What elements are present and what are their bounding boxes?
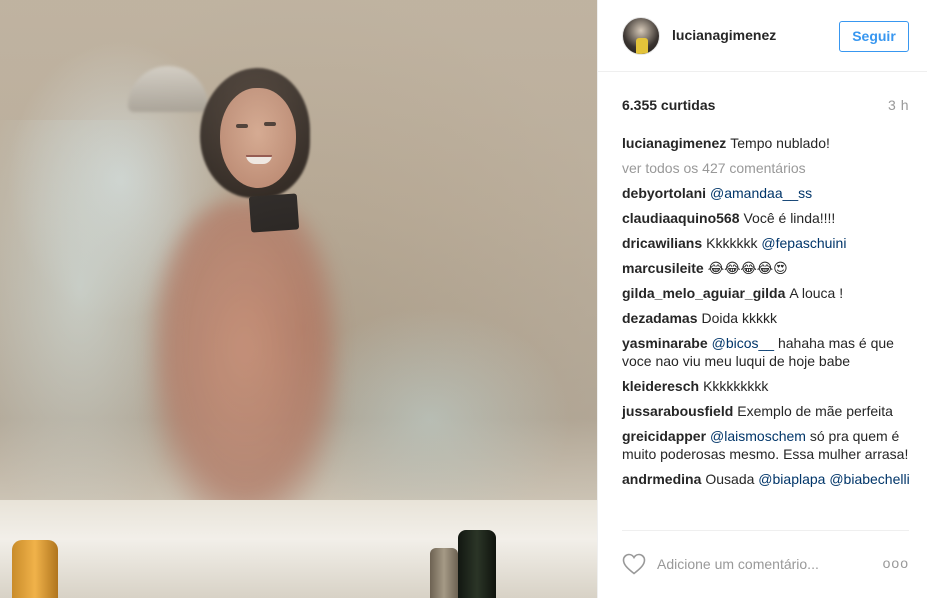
header-username[interactable]: lucianagimenez xyxy=(672,27,776,43)
comment-username[interactable]: dezadamas xyxy=(622,310,697,326)
comment-input[interactable] xyxy=(657,553,867,575)
comment-mention-link[interactable]: @amandaa__ss xyxy=(710,185,812,201)
comment-row: claudiaaquino568 Você é linda!!!! xyxy=(622,209,912,227)
photo-sink-counter xyxy=(0,500,598,598)
comments-list: lucianagimenez Tempo nublado! ver todos o… xyxy=(622,134,912,495)
photo-bottle-dark xyxy=(458,530,496,598)
comment-username[interactable]: jussarabousfield xyxy=(622,403,733,419)
comment-username[interactable]: marcusileite xyxy=(622,260,704,276)
comment-row: yasminarabe @bicos__ hahaha mas é que voc… xyxy=(622,334,912,370)
comment-mention-link[interactable]: @laismoschem xyxy=(710,428,806,444)
comment-username[interactable]: gilda_melo_aguiar_gilda xyxy=(622,285,785,301)
comment-text: Kkkkkkkkk xyxy=(703,378,769,394)
comment-text: Kkkkkkk xyxy=(706,235,762,251)
comment-username[interactable]: andrmedina xyxy=(622,471,701,487)
post-side-panel: lucianagimenez Seguir 6.355 curtidas 3 h… xyxy=(598,0,927,598)
comment-text: Você é linda!!!! xyxy=(743,210,836,226)
post-time[interactable]: 3 h xyxy=(888,97,909,113)
caption-text: Tempo nublado! xyxy=(730,135,830,151)
comment-mention-link[interactable]: @bicos__ xyxy=(712,335,774,351)
comment-text: 😂😂😂😂😍 xyxy=(707,260,788,276)
caption-username[interactable]: lucianagimenez xyxy=(622,135,726,151)
post-stats: 6.355 curtidas 3 h xyxy=(622,97,909,117)
post-header: lucianagimenez Seguir xyxy=(598,0,927,72)
photo-bottle-gray xyxy=(430,548,458,598)
follow-button[interactable]: Seguir xyxy=(839,21,909,52)
comment-row: dezadamas Doida kkkkk xyxy=(622,309,912,327)
comment-row: marcusileite 😂😂😂😂😍 xyxy=(622,259,912,277)
comment-text: Exemplo de mãe perfeita xyxy=(737,403,893,419)
comment-text: Doida kkkkk xyxy=(701,310,777,326)
caption: lucianagimenez Tempo nublado! xyxy=(622,134,912,152)
comment-username[interactable]: greicidapper xyxy=(622,428,706,444)
comment-row: gilda_melo_aguiar_gilda A louca ! xyxy=(622,284,912,302)
comment-text: Ousada xyxy=(705,471,759,487)
view-all-comments-link[interactable]: ver todos os 427 comentários xyxy=(622,159,912,177)
comment-row: debyortolani @amandaa__ss xyxy=(622,184,912,202)
comment-row: kleideresch Kkkkkkkkk xyxy=(622,377,912,395)
heart-icon[interactable] xyxy=(622,553,646,575)
comment-username[interactable]: dricawilians xyxy=(622,235,702,251)
comment-row: jussarabousfield Exemplo de mãe perfeita xyxy=(622,402,912,420)
comment-row: greicidapper @laismoschem só pra quem é m… xyxy=(622,427,912,463)
comment-username[interactable]: debyortolani xyxy=(622,185,706,201)
comment-row: dricawilians Kkkkkkk @fepaschuini xyxy=(622,234,912,252)
comment-mention-link[interactable]: @fepaschuini xyxy=(761,235,846,251)
likes-count[interactable]: 6.355 curtidas xyxy=(622,97,715,113)
comment-username[interactable]: claudiaaquino568 xyxy=(622,210,739,226)
comment-mention-link[interactable]: @biaplapa xyxy=(758,471,825,487)
comment-row: andrmedina Ousada @biaplapa @biabechelli xyxy=(622,470,912,488)
comment-username[interactable]: yasminarabe xyxy=(622,335,708,351)
more-options-icon[interactable]: ooo xyxy=(883,555,909,571)
post-photo[interactable] xyxy=(0,0,598,598)
avatar[interactable] xyxy=(622,17,660,55)
comment-text: A louca ! xyxy=(789,285,844,301)
comment-mention-link[interactable]: @biabechelli xyxy=(829,471,909,487)
comment-username[interactable]: kleideresch xyxy=(622,378,699,394)
comment-items: debyortolani @amandaa__ss claudiaaquino568… xyxy=(622,184,912,488)
photo-bottle-orange xyxy=(12,540,58,598)
post-footer: ooo xyxy=(622,530,909,598)
